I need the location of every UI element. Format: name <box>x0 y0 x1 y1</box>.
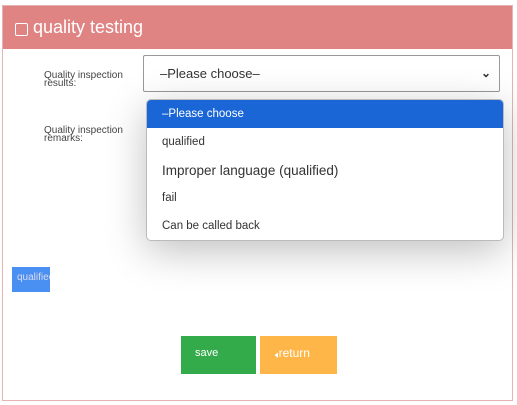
qualified-tag[interactable]: qualified <box>12 267 50 292</box>
option-qualified[interactable]: qualified <box>147 128 503 156</box>
results-dropdown: –Please choose qualified Improper langua… <box>146 99 504 241</box>
return-label: return <box>278 346 310 360</box>
return-button[interactable]: 🢐 return <box>260 336 337 374</box>
option-please-choose[interactable]: –Please choose <box>147 100 503 128</box>
option-called-back[interactable]: Can be called back <box>147 212 503 240</box>
save-label: save <box>195 347 219 359</box>
edit-icon <box>15 23 28 36</box>
remarks-label: Quality inspection remarks: <box>44 125 123 144</box>
select-value: –Please choose– <box>160 66 260 81</box>
results-select[interactable]: –Please choose– ⌄ <box>143 55 500 92</box>
panel-header: quality testing <box>3 6 512 49</box>
save-button[interactable]: save <box>181 336 256 374</box>
page-title: quality testing <box>33 17 144 37</box>
results-label: Quality inspection results: <box>44 70 123 89</box>
option-fail[interactable]: fail <box>147 184 503 212</box>
chevron-down-icon: ⌄ <box>480 66 491 80</box>
option-improper-language[interactable]: Improper language (qualified) <box>147 156 503 184</box>
